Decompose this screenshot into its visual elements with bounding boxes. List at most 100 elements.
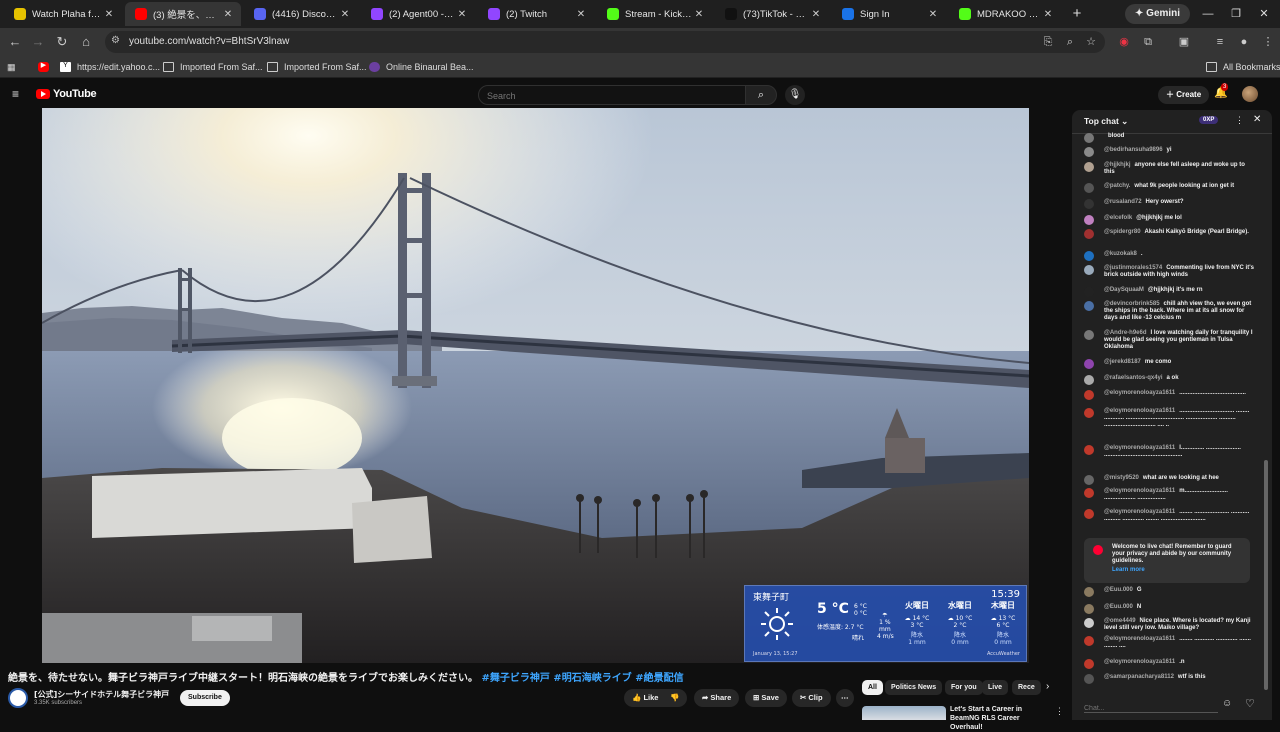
filter-chip[interactable]: Politics News <box>885 680 943 695</box>
maximize-button[interactable]: ❐ <box>1224 4 1248 24</box>
forward-icon[interactable]: → <box>28 32 48 52</box>
clip-button[interactable]: ✂ Clip <box>792 689 831 707</box>
chat-author-avatar[interactable] <box>1084 330 1094 340</box>
tab-close-icon[interactable]: ✕ <box>692 9 706 20</box>
chat-author-avatar[interactable] <box>1084 445 1094 455</box>
chat-author-avatar[interactable] <box>1084 147 1094 157</box>
chat-message[interactable]: @bedirhansuha9896 yi <box>1084 147 1254 157</box>
chat-author-name[interactable]: @eloymorenoloayza1611 <box>1104 390 1175 396</box>
chat-message[interactable]: @hjjkhjkj anyone else fell asleep and wok… <box>1084 162 1254 176</box>
like-button[interactable]: 👍 Like <box>624 689 667 707</box>
chat-author-avatar[interactable] <box>1084 636 1094 646</box>
learn-more-link[interactable]: Learn more <box>1112 567 1145 573</box>
chat-author-avatar[interactable] <box>1084 408 1094 418</box>
chat-author-avatar[interactable] <box>1084 604 1094 614</box>
chat-message[interactable]: @devincorbrink585 chill ahh view tho, we … <box>1084 301 1254 322</box>
url-text[interactable]: youtube.com/watch?v=BhtSrV3lnaw <box>129 36 289 47</box>
chat-author-name[interactable]: @misty9520 <box>1104 475 1139 481</box>
chat-message[interactable]: @eloymorenoloayza1611 m..................… <box>1084 488 1254 502</box>
chat-author-avatar[interactable] <box>1084 265 1094 275</box>
browser-tab[interactable]: MDRAKOO Stream✕ <box>949 2 1061 26</box>
profile-avatar-icon[interactable]: ● <box>1234 32 1254 52</box>
chat-author-avatar[interactable] <box>1084 509 1094 519</box>
tab-close-icon[interactable]: ✕ <box>926 9 940 20</box>
browser-tab[interactable]: (3) 絶景を、待たせない✕ <box>125 2 241 26</box>
back-icon[interactable]: ← <box>5 32 25 52</box>
chat-author-name[interactable]: @elcefolk <box>1104 215 1132 221</box>
chat-author-name[interactable]: @Euu.000 <box>1104 604 1133 610</box>
bookmark-item[interactable]: Yhttps://edit.yahoo.c... <box>60 60 160 74</box>
chat-author-avatar[interactable] <box>1084 301 1094 311</box>
chat-author-avatar[interactable] <box>1084 359 1094 369</box>
chat-author-avatar[interactable] <box>1084 287 1094 297</box>
chat-author-name[interactable]: @rusaland72 <box>1104 199 1142 205</box>
chat-author-name[interactable]: @bedirhansuha9896 <box>1104 147 1163 153</box>
chat-author-name[interactable]: @eloymorenoloayza1611 <box>1104 659 1175 665</box>
chat-points-badge[interactable]: 0XP <box>1199 116 1219 124</box>
home-icon[interactable]: ⌂ <box>76 32 96 52</box>
search-box[interactable] <box>478 85 746 105</box>
youtube-logo[interactable]: YouTube <box>36 88 97 100</box>
chat-message[interactable]: @samarpanacharya8112 wtf is this <box>1084 674 1254 684</box>
more-actions-icon[interactable]: ⋯ <box>836 689 854 707</box>
recommendation-title[interactable]: Let's Start a Career in BeamNG RLS Caree… <box>950 705 1050 732</box>
chat-author-avatar[interactable] <box>1084 488 1094 498</box>
chat-message[interactable]: @patchy. what 9k people looking at ion ge… <box>1084 183 1254 193</box>
share-button[interactable]: ➦ Share <box>694 689 740 707</box>
chat-author-avatar[interactable] <box>1084 162 1094 172</box>
video-player[interactable]: 東舞子町 15:39 5 °C 6 °C 0 °C 体感温度: 2.7 °C ☂… <box>42 108 1029 663</box>
chat-author-name[interactable]: @hjjkhjkj <box>1104 162 1131 168</box>
search-input[interactable] <box>479 87 745 105</box>
chat-author-name[interactable]: @Andre-h9e6d <box>1104 330 1147 336</box>
chat-message[interactable]: @eloymorenoloayza1611...................… <box>1084 390 1254 400</box>
chat-message[interactable]: @eloymorenoloayza1611........ ..........… <box>1084 509 1254 523</box>
tab-close-icon[interactable]: ✕ <box>221 9 235 20</box>
install-app-icon[interactable]: ⎘ <box>1038 32 1058 52</box>
chat-author-name[interactable]: @samarpanacharya8112 <box>1104 674 1174 680</box>
media-controls-icon[interactable]: ≡ <box>1210 32 1230 52</box>
search-button[interactable]: ⌕ <box>745 85 777 105</box>
apps-grid-icon[interactable]: ▦ <box>7 60 16 74</box>
site-info-icon[interactable]: ⚙ <box>111 35 120 46</box>
dislike-button[interactable]: 👎 <box>662 689 688 707</box>
new-tab-button[interactable]: + <box>1067 4 1087 24</box>
bookmark-item[interactable]: Imported From Saf... <box>163 60 263 74</box>
heart-icon[interactable]: ♡ <box>1245 697 1255 710</box>
chrome-extension-icon[interactable]: ◉ <box>1114 32 1134 52</box>
browser-tab[interactable]: (73)TikTok - Make Y✕ <box>715 2 829 26</box>
tab-close-icon[interactable]: ✕ <box>455 9 469 20</box>
chat-message[interactable]: @jerekd8187 me como <box>1084 359 1254 369</box>
chat-author-avatar[interactable] <box>1084 390 1094 400</box>
chat-author-avatar[interactable] <box>1084 199 1094 209</box>
bookmark-item[interactable]: ▶ <box>38 60 55 74</box>
chat-message[interactable]: @eloymorenoloayza1611 .n <box>1084 659 1254 669</box>
chat-close-icon[interactable]: ✕ <box>1253 114 1261 125</box>
chat-message[interactable]: @Andre-h9e6d I love watching daily for tr… <box>1084 330 1254 351</box>
subscribe-button[interactable]: Subscribe <box>180 690 230 706</box>
bookmark-star-icon[interactable]: ☆ <box>1081 32 1101 52</box>
chat-author-avatar[interactable] <box>1084 659 1094 669</box>
bookmark-item[interactable]: Online Binaural Bea... <box>369 60 474 74</box>
chat-message[interactable]: @ome4449 Nice place. Where is located? my… <box>1084 618 1254 632</box>
chat-mode-dropdown[interactable]: Top chat ⌄ <box>1084 116 1128 127</box>
tab-close-icon[interactable]: ✕ <box>338 9 352 20</box>
chat-author-name[interactable]: @devincorbrink585 <box>1104 301 1160 307</box>
user-avatar[interactable] <box>1242 86 1258 102</box>
hamburger-menu-icon[interactable]: ≡ <box>12 87 19 101</box>
chat-message[interactable]: @misty9520 what are we looking at hee <box>1084 475 1254 485</box>
video-hashtags[interactable]: #舞子ビラ神戸 #明石海峡ライブ #絶景配信 <box>481 673 683 684</box>
filter-chip[interactable]: Live <box>982 680 1009 695</box>
side-panel-icon[interactable]: ▣ <box>1174 32 1194 52</box>
chat-message[interactable]: @eloymorenoloayza1611........ ..........… <box>1084 636 1254 650</box>
chat-more-icon[interactable]: ⋮ <box>1235 115 1244 126</box>
chat-message[interactable]: @Euu.000 N <box>1084 604 1254 614</box>
chat-message[interactable]: blood <box>1084 133 1254 143</box>
chat-message[interactable]: @kuzokak8. <box>1084 251 1254 261</box>
browser-tab[interactable]: Watch Plaha full HD✕ <box>4 2 122 26</box>
bookmark-item[interactable]: Imported From Saf... <box>267 60 367 74</box>
tab-close-icon[interactable]: ✕ <box>102 9 116 20</box>
browser-tab[interactable]: Sign In ✕ <box>832 2 946 26</box>
browser-menu-icon[interactable]: ⋮ <box>1258 32 1278 52</box>
chat-author-name[interactable]: @rafaelsantos-qx4yi <box>1104 375 1163 381</box>
chat-message[interactable]: @spidergr80 Akashi Kaikyō Bridge (Pearl B… <box>1084 229 1254 239</box>
